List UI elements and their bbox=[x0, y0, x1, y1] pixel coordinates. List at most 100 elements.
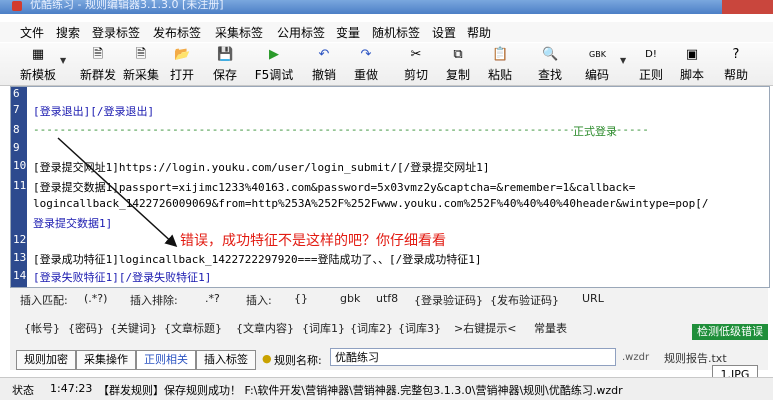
lexicon2-button[interactable]: {词库2} bbox=[350, 320, 393, 336]
menu-variables[interactable]: 变量 bbox=[336, 24, 360, 41]
app-icon bbox=[12, 1, 22, 11]
new-collect-button[interactable]: 🗎 新采集 bbox=[119, 43, 163, 85]
paste-icon: 📋 bbox=[492, 47, 509, 62]
insert-row: 插入匹配: (.*?) 插入排除: .*? 插入: {} gbk utf8 {登… bbox=[10, 292, 768, 310]
insert-exclude-button[interactable]: .*? bbox=[205, 292, 220, 305]
tab-collect[interactable]: 采集操作 bbox=[76, 350, 136, 370]
insert-match-button[interactable]: (.*?) bbox=[84, 292, 107, 305]
menu-file[interactable]: 文件 bbox=[20, 24, 44, 41]
detect-errors-button[interactable]: 检测低级错误 bbox=[692, 324, 768, 340]
new-template-button[interactable]: ▦ 新模板 bbox=[16, 43, 60, 85]
tab-regex[interactable]: 正则相关 bbox=[136, 350, 196, 370]
chevron-down-icon[interactable]: ▼ bbox=[60, 56, 66, 65]
script-label: 脚本 bbox=[679, 68, 704, 82]
encoding-button[interactable]: GBK 编码 bbox=[575, 43, 619, 85]
cut-button[interactable]: ✂ 剪切 bbox=[394, 43, 438, 85]
keyword-var-button[interactable]: {关键词} bbox=[110, 320, 157, 336]
debug-button[interactable]: ▶ F5调试 bbox=[252, 43, 296, 85]
rule-name-label: 规则名称: bbox=[274, 354, 322, 367]
insert-label: 插入: bbox=[246, 294, 272, 307]
tag-panel: 插入匹配: (.*?) 插入排除: .*? 插入: {} gbk utf8 {登… bbox=[10, 288, 768, 370]
code-line-submit-url: [登录提交网址1]https://login.youku.com/user/lo… bbox=[33, 161, 490, 174]
toolbar: ▦ 新模板 ▼ 🗎 新群发 🗎 新采集 📂 打开 💾 保存 ▶ F5调试 ↶ 撤销 ↷ 重做 ✂… bbox=[0, 43, 773, 86]
line-number: 11 bbox=[13, 179, 27, 192]
encoding-label: 编码 bbox=[584, 68, 609, 82]
rule-name-input[interactable]: 优酷练习 bbox=[330, 348, 616, 366]
document-icon: 🗎 bbox=[92, 47, 104, 62]
rule-icon: ● bbox=[262, 352, 272, 365]
menu-publish-tags[interactable]: 发布标签 bbox=[153, 24, 201, 41]
menu-common-tags[interactable]: 公用标签 bbox=[277, 24, 325, 41]
help-button[interactable]: ? 帮助 bbox=[714, 43, 758, 85]
status-time: 1:47:23 bbox=[50, 382, 93, 395]
password-var-button[interactable]: {密码} bbox=[68, 320, 104, 336]
new-collect-label: 新采集 bbox=[122, 68, 159, 82]
menu-random-tags[interactable]: 随机标签 bbox=[372, 24, 420, 41]
code-line-submit-data: [登录提交数据1]passport=xijimc1233%40163.com&p… bbox=[33, 181, 636, 194]
line-number: 7 bbox=[13, 103, 20, 116]
new-mass-button[interactable]: 🗎 新群发 bbox=[76, 43, 120, 85]
rule-report-link[interactable]: 规则报告.txt bbox=[664, 350, 727, 366]
account-var-button[interactable]: {帐号} bbox=[24, 320, 60, 336]
annotation-text: 错误，成功特征不是这样的吧？你仔细看看 bbox=[180, 233, 446, 249]
open-button[interactable]: 📂 打开 bbox=[160, 43, 204, 85]
save-icon: 💾 bbox=[217, 47, 234, 62]
play-icon: ▶ bbox=[269, 47, 279, 62]
status-bar: 状态 1:47:23 【群发规则】保存规则成功！ F:\软件开发\营销神器\营销… bbox=[0, 377, 773, 400]
right-click-hint[interactable]: >右键提示< bbox=[454, 320, 516, 336]
tab-insert-tag[interactable]: 插入标签 bbox=[196, 350, 256, 370]
url-button[interactable]: URL bbox=[582, 292, 604, 305]
status-message: 【群发规则】保存规则成功！ F:\软件开发\营销神器\营销神器.完整包3.1.3… bbox=[98, 384, 623, 397]
close-button[interactable] bbox=[722, 0, 773, 14]
menu-collect-tags[interactable]: 采集标签 bbox=[215, 24, 263, 41]
line-number: 10 bbox=[13, 159, 27, 172]
login-captcha-button[interactable]: {登录验证码} bbox=[414, 292, 483, 308]
tab-encrypt[interactable]: 规则加密 bbox=[16, 350, 76, 370]
rule-extension: .wzdr bbox=[622, 352, 650, 363]
menu-login-tags[interactable]: 登录标签 bbox=[92, 24, 140, 41]
status-label: 状态 bbox=[12, 384, 34, 397]
gbk-button[interactable]: gbk bbox=[340, 292, 360, 305]
menu-search[interactable]: 搜索 bbox=[56, 24, 80, 41]
undo-icon: ↶ bbox=[318, 47, 330, 62]
publish-captcha-button[interactable]: {发布验证码} bbox=[490, 292, 559, 308]
cut-label: 剪切 bbox=[403, 68, 428, 82]
new-mass-label: 新群发 bbox=[79, 68, 116, 82]
copy-button[interactable]: ⧉ 复制 bbox=[436, 43, 480, 85]
lexicon1-button[interactable]: {词库1} bbox=[302, 320, 345, 336]
help-icon: ? bbox=[732, 47, 740, 62]
regex-button[interactable]: D! 正则 bbox=[629, 43, 673, 85]
insert-braces-button[interactable]: {} bbox=[294, 292, 308, 305]
undo-button[interactable]: ↶ 撤销 bbox=[302, 43, 346, 85]
utf8-button[interactable]: utf8 bbox=[376, 292, 398, 305]
constant-table-button[interactable]: 常量表 bbox=[534, 320, 567, 336]
line-number: 8 bbox=[13, 123, 20, 136]
window-title: 优酷练习 - 规则编辑器3.1.3.0 [未注册] bbox=[30, 0, 224, 11]
code-line-submit-data-end: 登录提交数据1] bbox=[33, 217, 113, 230]
lexicon3-button[interactable]: {词库3} bbox=[398, 320, 441, 336]
template-icon: ▦ bbox=[31, 47, 45, 62]
insert-match-label: 插入匹配: bbox=[20, 294, 68, 307]
redo-label: 重做 bbox=[353, 68, 378, 82]
code-line-fail-feature: [登录失败特征1][/登录失败特征1] bbox=[33, 271, 212, 284]
paste-button[interactable]: 📋 粘贴 bbox=[478, 43, 522, 85]
content-var-button[interactable]: {文章内容} bbox=[236, 320, 294, 336]
regex-label: 正则 bbox=[638, 68, 663, 82]
save-button[interactable]: 💾 保存 bbox=[203, 43, 247, 85]
line-number: 6 bbox=[13, 87, 20, 100]
code-editor[interactable]: 6 7 8 9 10 11 12 13 14 [登录退出][/登录退出] ---… bbox=[10, 86, 770, 288]
redo-button[interactable]: ↷ 重做 bbox=[344, 43, 388, 85]
title-bar: 优酷练习 - 规则编辑器3.1.3.0 [未注册] bbox=[0, 0, 773, 14]
copy-label: 复制 bbox=[445, 68, 470, 82]
folder-open-icon: 📂 bbox=[174, 47, 191, 62]
menu-help[interactable]: 帮助 bbox=[467, 24, 491, 41]
help-label: 帮助 bbox=[723, 68, 748, 82]
paste-label: 粘贴 bbox=[487, 68, 512, 82]
line-number-gutter: 6 7 8 9 10 11 12 13 14 bbox=[11, 87, 27, 287]
variable-row: {帐号} {密码} {关键词} {文章标题} {文章内容} {词库1} {词库2… bbox=[10, 320, 768, 338]
menu-settings[interactable]: 设置 bbox=[432, 24, 456, 41]
title-var-button[interactable]: {文章标题} bbox=[164, 320, 222, 336]
find-button[interactable]: 🔍 查找 bbox=[528, 43, 572, 85]
chevron-down-icon[interactable]: ▼ bbox=[620, 56, 626, 65]
script-button[interactable]: ▣ 脚本 bbox=[670, 43, 714, 85]
